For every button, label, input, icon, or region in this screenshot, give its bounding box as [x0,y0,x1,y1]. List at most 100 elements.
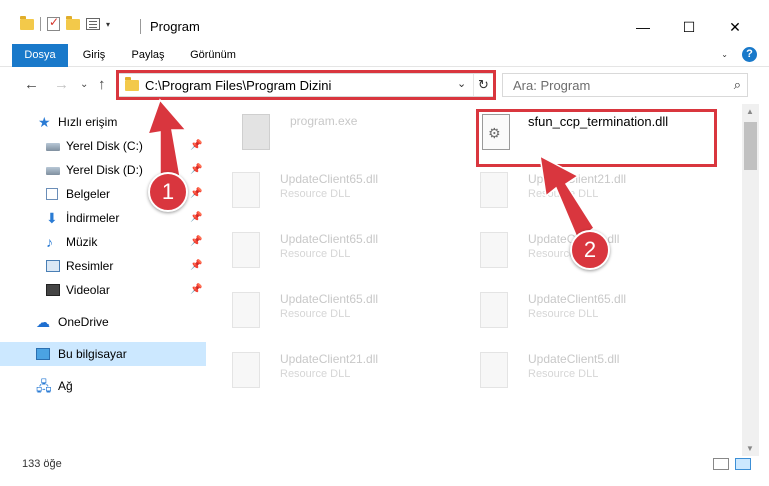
file-type: Resource DLL [280,308,351,320]
file-item[interactable]: UpdateClient21.dll Resource DLL [210,346,440,396]
drive-icon [46,143,60,151]
sidebar-item-pictures[interactable]: Resimler 📌 [0,254,206,278]
sidebar-item-label: Müzik [66,235,98,249]
vertical-scrollbar[interactable]: ▲ ▼ [742,104,759,456]
scroll-up-icon[interactable]: ▲ [746,107,754,116]
sidebar-item-videos[interactable]: Videolar 📌 [0,278,206,302]
toolbar-divider [40,17,41,31]
tab-file[interactable]: Dosya [12,44,68,67]
file-name: UpdateClient65.dll [280,232,379,246]
file-type: Resource DLL [528,188,599,200]
step-2-badge: 2 [570,230,610,270]
file-item[interactable]: UpdateClient65.dll Resource DLL [210,166,440,216]
item-count: 133 öğe [22,458,62,470]
close-button[interactable]: ✕ [712,12,758,42]
sidebar-item-music[interactable]: ♪ Müzik 📌 [0,230,206,254]
file-item[interactable]: UpdateClient65.dll Resource DLL [210,226,440,276]
sidebar-item-quick-access[interactable]: ★ Hızlı erişim [0,110,206,134]
sidebar-item-label: Yerel Disk (C:) [66,139,143,153]
file-item[interactable]: UpdateClient5.dll Resource DLL [458,346,688,396]
view-switcher [713,458,751,470]
tab-home[interactable]: Giriş [78,44,110,67]
customize-toolbar-icon[interactable]: ▾ [106,20,110,29]
forward-arrow-icon[interactable]: → [54,76,69,93]
file-item[interactable]: UpdateClient65.dll Resource DLL [210,286,440,336]
pin-icon[interactable]: 📌 [190,134,202,158]
sidebar-item-network[interactable]: 🖧 Ağ [0,374,206,398]
sidebar-item-label: Ağ [58,379,73,393]
sidebar-item-label: Yerel Disk (D:) [66,163,143,177]
file-explorer-window: ▾ Program — ☐ ✕ Dosya Giriş Paylaş Görün… [0,0,769,486]
documents-icon [46,188,58,200]
file-item[interactable]: UpdateClient65.dll Resource DLL [458,286,688,336]
large-icons-view-icon[interactable] [735,458,751,470]
minimize-button[interactable]: — [620,12,666,42]
file-name: UpdateClient21.dll [528,172,627,186]
sidebar-item-onedrive[interactable]: ☁ OneDrive [0,310,206,334]
file-type: Resource DLL [280,188,351,200]
scroll-down-icon[interactable]: ▼ [746,444,754,453]
search-placeholder[interactable]: Ara: Program [513,78,590,93]
pin-icon[interactable]: 📌 [190,254,202,278]
up-arrow-icon[interactable]: ↑ [98,76,106,93]
sidebar-item-local-disk-c[interactable]: Yerel Disk (C:) 📌 [0,134,206,158]
pin-icon[interactable]: 📌 [190,230,202,254]
file-type: Resource DLL [280,368,351,380]
scrollbar-thumb[interactable] [744,122,757,170]
sidebar-item-label: Belgeler [66,187,111,201]
videos-icon [46,284,60,296]
dll-file-icon [232,292,260,328]
navigation-pane: ★ Hızlı erişim Yerel Disk (C:) 📌 Yerel D… [0,104,206,456]
dll-file-icon [232,352,260,388]
file-item[interactable]: UpdateClient21.dll Resource DLL [458,166,688,216]
file-name: UpdateClient65.dll [528,292,627,306]
file-name: UpdateClient21.dll [280,352,379,366]
dll-file-icon [480,172,508,208]
address-bar-highlight [116,70,496,100]
file-item[interactable]: program.exe [220,108,450,158]
pin-icon[interactable]: 📌 [190,278,202,302]
sidebar-item-label: İndirmeler [66,211,120,225]
sidebar-item-label: Resimler [66,259,114,273]
recent-locations-icon[interactable]: ⌄ [80,79,88,90]
sidebar-item-label: Bu bilgisayar [58,347,127,361]
properties-icon[interactable] [86,18,100,30]
maximize-button[interactable]: ☐ [666,12,712,42]
help-icon[interactable]: ? [742,47,757,62]
file-type: Resource DLL [280,248,351,260]
file-highlight [476,109,717,167]
cloud-icon: ☁ [36,314,50,330]
window-title: Program [150,19,200,34]
ribbon-right-controls: ⌄ ? [721,47,757,62]
music-icon: ♪ [46,234,53,250]
back-arrow-icon[interactable]: ← [24,76,39,93]
ribbon-expand-icon[interactable]: ⌄ [721,50,728,59]
search-box[interactable]: Ara: Program ⌕ [502,73,748,97]
sidebar-item-label: Videolar [66,283,110,297]
ribbon-tabs: Dosya Giriş Paylaş Görünüm ⌄ ? [0,44,769,67]
file-type: Resource DLL [528,308,599,320]
exe-file-icon [242,114,270,150]
pin-icon[interactable]: 📌 [190,206,202,230]
quick-access-toolbar: ▾ [20,15,110,31]
title-bar: ▾ Program — ☐ ✕ [0,0,769,40]
details-view-icon[interactable] [713,458,729,470]
download-icon: ⬇ [46,210,58,226]
new-folder-icon[interactable] [66,15,80,30]
dll-file-icon [480,352,508,388]
tab-view[interactable]: Görünüm [186,44,240,67]
dll-file-icon [480,292,508,328]
sidebar-item-this-pc[interactable]: Bu bilgisayar [0,342,206,366]
pin-icon[interactable]: 📌 [190,158,202,182]
sidebar-item-label: OneDrive [58,315,109,329]
pin-icon[interactable]: 📌 [190,182,202,206]
file-type: Resource DLL [528,368,599,380]
dll-file-icon [232,172,260,208]
star-icon: ★ [38,114,51,130]
step-1-badge: 1 [148,172,188,212]
properties-check-icon[interactable] [47,15,60,31]
computer-icon [36,348,50,360]
search-icon[interactable]: ⌕ [734,77,741,93]
file-name: UpdateClient5.dll [528,352,620,366]
tab-share[interactable]: Paylaş [128,44,168,67]
